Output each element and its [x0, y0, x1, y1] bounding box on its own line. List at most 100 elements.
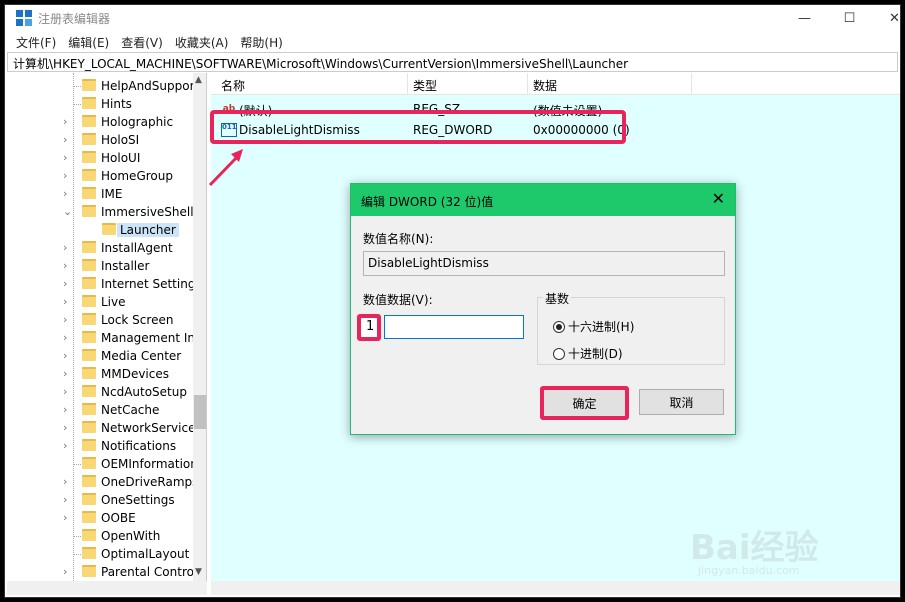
folder-icon	[82, 97, 96, 109]
tree-horizontal-scrollbar[interactable]	[7, 581, 207, 595]
tree-item[interactable]: › HoloUI	[7, 149, 206, 167]
base-group-title: 基数	[543, 290, 572, 307]
tree-item[interactable]: › Lock Screen	[7, 311, 206, 329]
chevron-right-icon[interactable]: ›	[63, 313, 73, 326]
dialog-title: 编辑 DWORD (32 位)值	[361, 195, 494, 209]
tree-item[interactable]: › InstallAgent	[7, 239, 206, 257]
dialog-close-icon[interactable]: ✕	[712, 189, 725, 208]
folder-icon	[82, 457, 96, 469]
tree-item-label: Holographic	[101, 115, 174, 129]
tree-item[interactable]: › HomeGroup	[7, 167, 206, 185]
menu-edit[interactable]: 编辑(E)	[62, 32, 115, 52]
chevron-right-icon[interactable]: ›	[63, 403, 73, 416]
chevron-right-icon[interactable]: ›	[63, 493, 73, 506]
chevron-right-icon[interactable]: ›	[63, 115, 73, 128]
chevron-right-icon[interactable]: ›	[63, 133, 73, 146]
tree-item-label: IME	[101, 187, 123, 201]
tree-item[interactable]: ⌄ ImmersiveShell	[7, 203, 206, 221]
tree-item[interactable]: › NcdAutoSetup	[7, 383, 206, 401]
chevron-right-icon[interactable]: ›	[63, 295, 73, 308]
tree-item[interactable]: › Holographic	[7, 113, 206, 131]
folder-icon	[82, 349, 96, 361]
chevron-right-icon[interactable]: ›	[63, 277, 73, 290]
chevron-right-icon[interactable]: ›	[63, 475, 73, 488]
radio-decimal[interactable]: 十进制(D)	[553, 345, 623, 362]
tree-item-label: OneDriveRamps	[101, 475, 199, 489]
list-horizontal-scrollbar[interactable]	[211, 581, 900, 595]
value-data-text[interactable]: 1	[357, 314, 381, 341]
tree-item[interactable]: › OneDriveRamps	[7, 473, 206, 491]
tree-item[interactable]: OptimalLayout	[7, 545, 206, 563]
tree-item[interactable]: Hints	[7, 95, 206, 113]
chevron-right-icon[interactable]: ›	[63, 511, 73, 524]
chevron-right-icon[interactable]: ›	[63, 169, 73, 182]
title-bar: 注册表编辑器 — ☐ ✕	[5, 5, 900, 32]
tree-item[interactable]: HelpAndSupport	[7, 77, 206, 95]
tree-item[interactable]: › HoloSI	[7, 131, 206, 149]
menu-favorites[interactable]: 收藏夹(A)	[169, 32, 235, 52]
chevron-right-icon[interactable]: ›	[63, 151, 73, 164]
close-button[interactable]: ✕	[872, 5, 905, 32]
chevron-right-icon[interactable]: ›	[63, 349, 73, 362]
tree-item[interactable]: › Management Inf	[7, 329, 206, 347]
value-data-input[interactable]	[384, 315, 524, 339]
minimize-button[interactable]: —	[782, 5, 827, 32]
watermark-brand: Bai经验	[690, 528, 819, 568]
value-data-label: 数值数据(V):	[363, 293, 433, 307]
chevron-down-icon[interactable]: ⌄	[63, 205, 73, 218]
column-type-header[interactable]: 类型	[413, 77, 437, 94]
tree-item[interactable]: OEMInformation	[7, 455, 206, 473]
chevron-right-icon[interactable]: ›	[63, 259, 73, 272]
chevron-right-icon[interactable]: ›	[63, 241, 73, 254]
tree-item-label: OptimalLayout	[101, 547, 190, 561]
scroll-up-icon[interactable]: ▲	[195, 75, 202, 85]
address-bar[interactable]: 计算机\HKEY_LOCAL_MACHINE\SOFTWARE\Microsof…	[7, 52, 898, 72]
tree-item[interactable]: › Parental Controls	[7, 563, 206, 581]
value-name-field: DisableLightDismiss	[363, 251, 725, 276]
folder-icon	[82, 151, 96, 163]
menu-file[interactable]: 文件(F)	[10, 32, 62, 52]
dialog-title-bar: 编辑 DWORD (32 位)值 ✕	[351, 184, 735, 216]
menu-help[interactable]: 帮助(H)	[234, 32, 288, 52]
tree-item-label: Hints	[101, 97, 132, 111]
scroll-thumb[interactable]	[194, 395, 206, 429]
column-data-header[interactable]: 数据	[533, 77, 557, 94]
tree-item[interactable]: › OOBE	[7, 509, 206, 527]
tree-item[interactable]: › NetworkServiceT	[7, 419, 206, 437]
tree-item[interactable]: › MMDevices	[7, 365, 206, 383]
folder-icon	[82, 313, 96, 325]
tree-item[interactable]: Launcher	[7, 221, 206, 239]
tree-item[interactable]: › NetCache	[7, 401, 206, 419]
cancel-button[interactable]: 取消	[639, 389, 724, 415]
tree-item-label: Installer	[101, 259, 150, 273]
tree-item[interactable]: › IME	[7, 185, 206, 203]
tree-item[interactable]: › Media Center	[7, 347, 206, 365]
folder-icon	[82, 493, 96, 505]
tree-item[interactable]: › Internet Settings	[7, 275, 206, 293]
column-name-header[interactable]: 名称	[221, 77, 245, 94]
folder-icon	[82, 133, 96, 145]
tree-item[interactable]: › Installer	[7, 257, 206, 275]
folder-icon	[82, 385, 96, 397]
window-title: 注册表编辑器	[38, 12, 111, 26]
tree-item-label: HoloUI	[101, 151, 141, 165]
maximize-button[interactable]: ☐	[827, 5, 872, 32]
dec-label: 十进制(D)	[568, 347, 623, 361]
tree-item-label: OEMInformation	[101, 457, 198, 471]
watermark-url: jingyan.baidu.com	[698, 564, 800, 577]
radio-hexadecimal[interactable]: 十六进制(H)	[553, 318, 634, 335]
chevron-right-icon[interactable]: ›	[63, 439, 73, 452]
chevron-right-icon[interactable]: ›	[63, 565, 73, 578]
chevron-right-icon[interactable]: ›	[63, 331, 73, 344]
chevron-right-icon[interactable]: ›	[63, 187, 73, 200]
tree-item[interactable]: OpenWith	[7, 527, 206, 545]
chevron-right-icon[interactable]: ›	[63, 367, 73, 380]
tree-item[interactable]: › OneSettings	[7, 491, 206, 509]
ok-button[interactable]: 确定	[540, 386, 629, 420]
chevron-right-icon[interactable]: ›	[63, 385, 73, 398]
tree-item[interactable]: › Notifications	[7, 437, 206, 455]
chevron-right-icon[interactable]: ›	[63, 421, 73, 434]
scroll-down-icon[interactable]: ▼	[195, 567, 202, 577]
menu-view[interactable]: 查看(V)	[115, 32, 169, 52]
tree-item[interactable]: › Live	[7, 293, 206, 311]
